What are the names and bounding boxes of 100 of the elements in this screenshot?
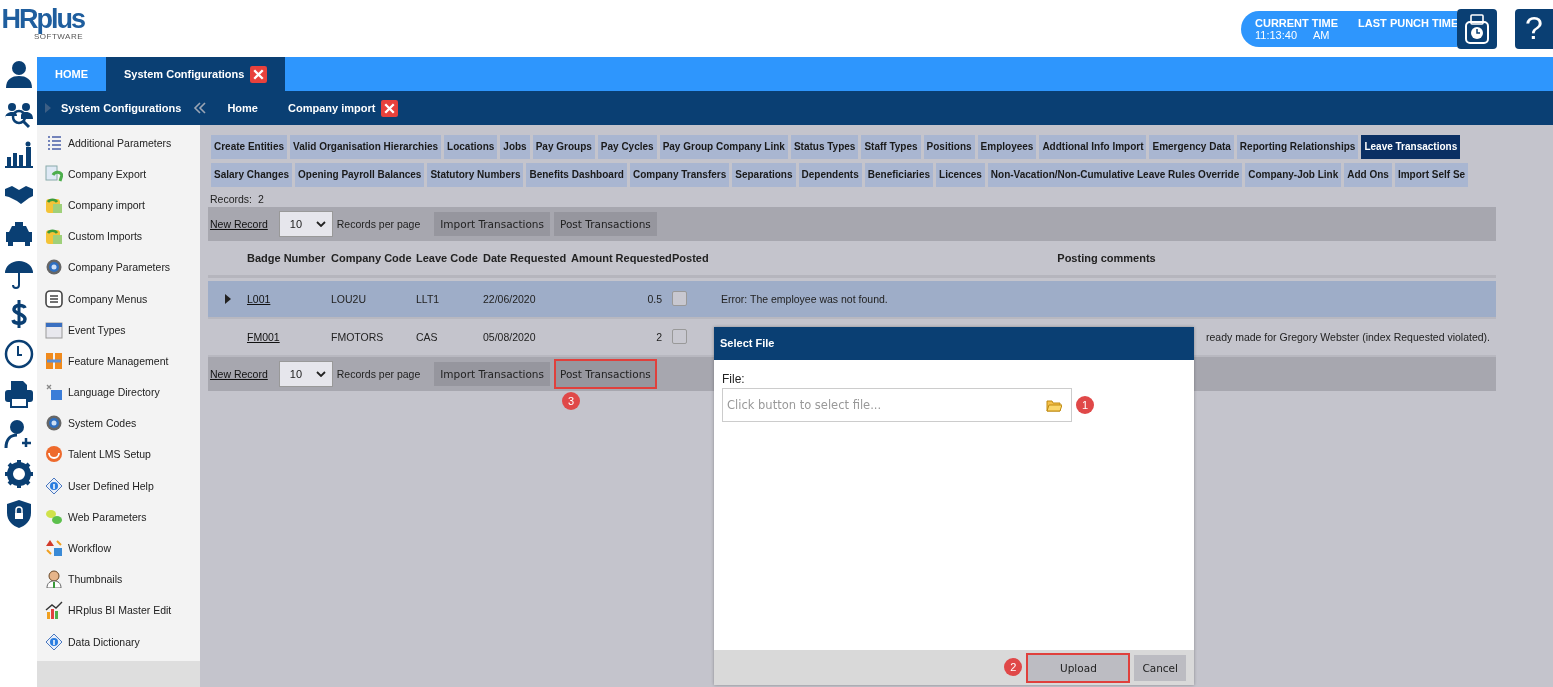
- posted-checkbox[interactable]: [672, 328, 687, 344]
- section-tab[interactable]: Statutory Numbers: [427, 163, 524, 187]
- breadcrumb-link[interactable]: Home: [227, 102, 258, 114]
- page-size-select[interactable]: 10: [278, 361, 333, 387]
- expand-arrow-icon[interactable]: [224, 294, 231, 304]
- dialog-button[interactable]: Cancel: [1134, 654, 1186, 681]
- file-input-field[interactable]: Click button to select file...: [722, 388, 1072, 422]
- badge-link[interactable]: FM001: [247, 331, 280, 343]
- grid-icon: [45, 351, 63, 370]
- info-icon: [45, 476, 63, 495]
- section-tab[interactable]: Staff Types: [861, 135, 921, 159]
- collapse-chevrons-icon[interactable]: [193, 101, 208, 115]
- sidebar-item[interactable]: System Codes: [37, 407, 200, 439]
- umbrella-icon[interactable]: [3, 259, 34, 289]
- settings-icon[interactable]: [3, 459, 34, 489]
- new-record-link[interactable]: New Record: [208, 218, 279, 230]
- dialog-button[interactable]: Upload: [1026, 652, 1131, 683]
- close-icon[interactable]: [250, 65, 268, 83]
- section-tab[interactable]: Pay Cycles: [597, 135, 657, 159]
- section-tab[interactable]: Employees: [977, 135, 1037, 159]
- new-record-link[interactable]: New Record: [208, 368, 279, 380]
- posted-checkbox[interactable]: [672, 290, 687, 306]
- section-tab[interactable]: Status Types: [790, 135, 859, 159]
- add-user-icon[interactable]: [3, 419, 34, 449]
- section-tab[interactable]: Dependents: [798, 163, 862, 187]
- sidebar-item[interactable]: Additional Parameters: [37, 127, 200, 159]
- column-header: Badge Number: [246, 252, 327, 264]
- table-cell-text: Error: The employee was not found.: [720, 293, 889, 305]
- car-icon[interactable]: [3, 219, 34, 249]
- table-cell-text: 22/06/2020: [482, 293, 537, 305]
- section-tab[interactable]: Beneficiaries: [864, 163, 934, 187]
- section-tab[interactable]: Addtional Info Import: [1039, 135, 1147, 159]
- column-header: Date Requested: [482, 252, 568, 264]
- toolbar-button[interactable]: Import Transactions: [434, 362, 550, 386]
- sidebar-item[interactable]: Company Export: [37, 158, 200, 190]
- section-tab[interactable]: Valid Organisation Hierarchies: [290, 135, 442, 159]
- sidebar-item[interactable]: Event Types: [37, 314, 200, 346]
- am-pm: AM: [1313, 28, 1330, 41]
- smile-icon: [45, 445, 63, 464]
- sidebar-item[interactable]: Company import: [37, 189, 200, 221]
- section-tab[interactable]: Company Transfers: [629, 163, 730, 187]
- sidebar-item[interactable]: HRplus BI Master Edit: [37, 594, 200, 626]
- sidebar-item[interactable]: Language Directory: [37, 376, 200, 408]
- callout-number: 3: [562, 392, 580, 410]
- section-tab[interactable]: Emergency Data: [1149, 135, 1234, 159]
- sidebar-item[interactable]: Web Parameters: [37, 501, 200, 533]
- column-header: Company Code: [330, 252, 413, 264]
- sidebar-item[interactable]: Data Dictionary: [37, 626, 200, 658]
- section-tab[interactable]: Add Ons: [1344, 163, 1392, 187]
- records-label: Records:: [210, 193, 252, 205]
- sidebar-item[interactable]: User Defined Help: [37, 470, 200, 502]
- section-tab[interactable]: Non-Vacation/Non-Cumulative Leave Rules Override: [987, 163, 1243, 187]
- toolbar-button[interactable]: Import Transactions: [434, 212, 550, 236]
- toolbar-button[interactable]: Post Transactions: [554, 359, 657, 389]
- printer-icon[interactable]: [3, 379, 34, 409]
- section-tab[interactable]: Separations: [732, 163, 796, 187]
- section-tab[interactable]: Create Entities: [211, 135, 288, 159]
- section-tab[interactable]: Licences: [936, 163, 985, 187]
- breadcrumb-link[interactable]: Company import: [287, 102, 376, 114]
- punch-clock-button[interactable]: [1457, 8, 1497, 49]
- section-tab[interactable]: Positions: [923, 135, 975, 159]
- calendar-icon: [45, 320, 63, 339]
- person-icon[interactable]: [3, 59, 34, 89]
- toolbar-button[interactable]: Post Transactions: [554, 212, 657, 236]
- sidebar-item[interactable]: Talent LMS Setup: [37, 438, 200, 471]
- folder-icon[interactable]: [1046, 399, 1062, 412]
- section-tab[interactable]: Locations: [444, 135, 498, 159]
- section-tab[interactable]: Jobs: [500, 135, 530, 159]
- records-per-page-label: Records per page: [336, 368, 421, 380]
- sidebar-item[interactable]: Company Parameters: [37, 251, 200, 283]
- section-tab[interactable]: Opening Payroll Balances: [295, 163, 425, 187]
- sidebar-item[interactable]: Custom Imports: [37, 220, 200, 252]
- table-row[interactable]: L001 LOU2U LLT1 22/06/2020 0.5 Error: The employee was not found.: [208, 281, 1496, 319]
- section-tab[interactable]: Pay Groups: [532, 135, 595, 159]
- section-tab[interactable]: Reporting Relationships: [1236, 135, 1359, 159]
- sidebar-item[interactable]: Workflow: [37, 532, 200, 564]
- column-header: Posting comments: [1056, 252, 1157, 264]
- time-label: CURRENT TIME: [1255, 16, 1339, 29]
- section-tab[interactable]: Company-Job Link: [1245, 163, 1342, 187]
- section-tab[interactable]: Import Self Se: [1394, 163, 1469, 187]
- help-button[interactable]: ?: [1515, 8, 1553, 49]
- section-tab[interactable]: Pay Group Company Link: [659, 135, 788, 159]
- close-icon[interactable]: [381, 99, 399, 117]
- page-size-select[interactable]: 10: [278, 211, 333, 237]
- section-title: System Configurations: [61, 102, 182, 114]
- shapes-icon: [45, 539, 63, 558]
- section-tab[interactable]: Salary Changes: [211, 163, 293, 187]
- sidebar-item[interactable]: Thumbnails: [37, 563, 200, 595]
- records-count: 2: [258, 193, 264, 205]
- badge-link[interactable]: L001: [247, 293, 271, 305]
- table-cell-text: LOU2U: [330, 293, 367, 305]
- column-header: Posted: [672, 252, 710, 264]
- section-tab[interactable]: Benefits Dashboard: [526, 163, 627, 187]
- sidebar-item[interactable]: Feature Management: [37, 345, 200, 377]
- top-tab[interactable]: System Configurations: [106, 57, 286, 91]
- sidebar-item[interactable]: Company Menus: [37, 282, 200, 315]
- section-tab[interactable]: Leave Transactions: [1361, 135, 1461, 159]
- growth-chart-icon[interactable]: [3, 139, 34, 169]
- clock-icon[interactable]: [3, 339, 34, 369]
- menu-icon: [45, 289, 63, 308]
